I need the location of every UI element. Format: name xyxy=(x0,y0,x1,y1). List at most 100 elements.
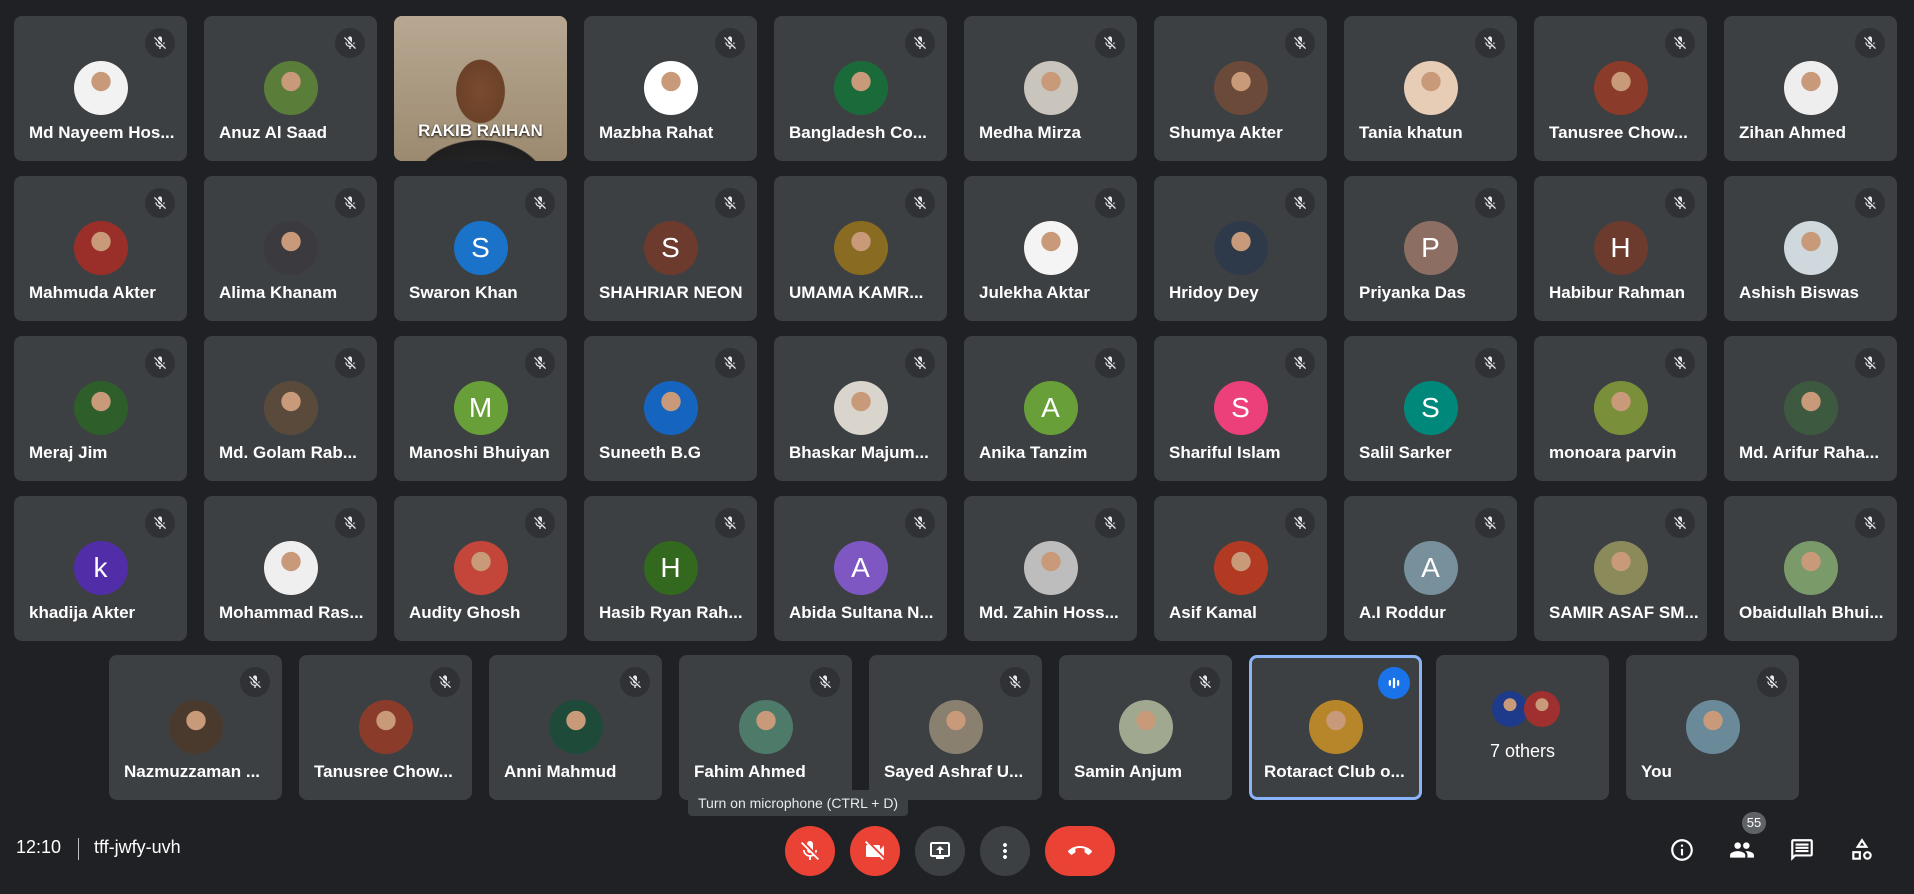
participant-tile[interactable]: Mazbha Rahat xyxy=(584,16,757,161)
mic-off-icon xyxy=(525,188,555,218)
mic-off-icon xyxy=(335,348,365,378)
participant-tile[interactable]: H Hasib Ryan Rah... xyxy=(584,496,757,641)
participant-tile[interactable]: Ashish Biswas xyxy=(1724,176,1897,321)
camera-off-icon xyxy=(865,841,884,860)
participant-tile[interactable]: monoara parvin xyxy=(1534,336,1707,481)
participant-tile[interactable]: Shumya Akter xyxy=(1154,16,1327,161)
mic-off-icon xyxy=(620,667,650,697)
participant-tile[interactable]: Anuz Al Saad xyxy=(204,16,377,161)
participant-tile[interactable]: Bhaskar Majum... xyxy=(774,336,947,481)
avatar xyxy=(263,61,318,115)
participant-name: khadija Akter xyxy=(29,603,136,622)
present-screen-button[interactable] xyxy=(915,826,965,876)
mic-off-icon xyxy=(335,188,365,218)
participant-tile[interactable]: Zihan Ahmed xyxy=(1724,16,1897,161)
mic-off-icon xyxy=(905,508,935,538)
participant-tile[interactable]: Bangladesh Co... xyxy=(774,16,947,161)
avatar xyxy=(263,221,318,275)
more-options-button[interactable] xyxy=(980,826,1030,876)
activities-button[interactable] xyxy=(1844,832,1880,868)
mic-off-icon xyxy=(715,508,745,538)
participant-tile[interactable]: Mahmuda Akter xyxy=(14,176,187,321)
participant-name: Tanusree Chow... xyxy=(1549,123,1688,142)
avatar: H xyxy=(1593,221,1648,275)
camera-toggle-button[interactable] xyxy=(850,826,900,876)
participant-tile[interactable]: Nazmuzzaman ... xyxy=(109,655,282,800)
participant-name: SHAHRIAR NEON xyxy=(599,283,743,302)
participant-tile[interactable]: Anni Mahmud xyxy=(489,655,662,800)
participant-tile[interactable]: A A.I Roddur xyxy=(1344,496,1517,641)
others-tile[interactable]: 7 others xyxy=(1436,655,1609,800)
participant-tile[interactable]: Obaidullah Bhui... xyxy=(1724,496,1897,641)
mic-off-icon xyxy=(430,667,460,697)
participant-tile[interactable]: Audity Ghosh xyxy=(394,496,567,641)
participant-tile[interactable]: Alima Khanam xyxy=(204,176,377,321)
participant-tile[interactable]: S SHAHRIAR NEON xyxy=(584,176,757,321)
bottom-control-bar: 12:10 tff-jwfy-uvh 55 xyxy=(0,812,1914,894)
participant-tile[interactable]: Tanusree Chow... xyxy=(1534,16,1707,161)
avatar xyxy=(738,700,793,754)
participant-tile[interactable]: k khadija Akter xyxy=(14,496,187,641)
participant-name: Md Nayeem Hos... xyxy=(29,123,175,142)
participant-tile[interactable]: Asif Kamal xyxy=(1154,496,1327,641)
participant-tile[interactable]: S Swaron Khan xyxy=(394,176,567,321)
participant-tile[interactable]: Md. Golam Rab... xyxy=(204,336,377,481)
participant-name: Mohammad Ras... xyxy=(219,603,364,622)
shapes-icon xyxy=(1852,838,1872,860)
participant-tile[interactable]: P Priyanka Das xyxy=(1344,176,1517,321)
participant-name: Hridoy Dey xyxy=(1169,283,1259,302)
mic-off-icon xyxy=(905,348,935,378)
self-tile[interactable]: You xyxy=(1626,655,1799,800)
participant-tile[interactable]: H Habibur Rahman xyxy=(1534,176,1707,321)
people-button[interactable] xyxy=(1724,832,1760,868)
avatar: S xyxy=(643,221,698,275)
participant-tile[interactable]: Julekha Aktar xyxy=(964,176,1137,321)
participant-name: Suneeth B.G xyxy=(599,443,702,462)
mic-off-icon xyxy=(335,508,365,538)
leave-call-button[interactable] xyxy=(1045,826,1115,876)
participant-tile[interactable]: A Anika Tanzim xyxy=(964,336,1137,481)
mic-off-icon xyxy=(145,188,175,218)
participant-tile[interactable]: Tanusree Chow... xyxy=(299,655,472,800)
participant-name: Salil Sarker xyxy=(1359,443,1452,462)
mic-toggle-button[interactable] xyxy=(785,826,835,876)
participant-tile[interactable]: S Salil Sarker xyxy=(1344,336,1517,481)
participant-tile[interactable]: Mohammad Ras... xyxy=(204,496,377,641)
chat-button[interactable] xyxy=(1784,832,1820,868)
mic-off-icon xyxy=(1855,348,1885,378)
avatar xyxy=(73,381,128,435)
participant-tile[interactable]: Fahim Ahmed xyxy=(679,655,852,800)
participant-tile[interactable]: Sayed Ashraf U... xyxy=(869,655,1042,800)
mic-off-icon xyxy=(1190,667,1220,697)
participant-tile[interactable]: Tania khatun xyxy=(1344,16,1517,161)
mic-off-icon xyxy=(1285,188,1315,218)
participant-tile[interactable]: SAMIR ASAF SM... xyxy=(1534,496,1707,641)
participant-tile[interactable]: Rotaract Club o... xyxy=(1249,655,1422,800)
avatar xyxy=(1308,700,1363,754)
avatar xyxy=(1593,381,1648,435)
participant-tile[interactable]: Md. Arifur Raha... xyxy=(1724,336,1897,481)
participant-tile[interactable]: Meraj Jim xyxy=(14,336,187,481)
participant-tile[interactable]: Samin Anjum xyxy=(1059,655,1232,800)
participant-tile[interactable]: Md. Zahin Hoss... xyxy=(964,496,1137,641)
participant-tile[interactable]: Suneeth B.G xyxy=(584,336,757,481)
participant-name: Bhaskar Majum... xyxy=(789,443,929,462)
participant-tile[interactable]: Md Nayeem Hos... xyxy=(14,16,187,161)
participant-tile[interactable]: RAKIB RAIHAN xyxy=(394,16,567,161)
participant-name: Meraj Jim xyxy=(29,443,108,462)
participant-tile[interactable]: A Abida Sultana N... xyxy=(774,496,947,641)
participant-name: Samin Anjum xyxy=(1074,762,1182,781)
participant-tile[interactable]: M Manoshi Bhuiyan xyxy=(394,336,567,481)
mic-off-icon xyxy=(801,841,819,860)
avatar xyxy=(1783,541,1838,595)
participant-tile[interactable]: Medha Mirza xyxy=(964,16,1137,161)
avatar xyxy=(263,541,318,595)
participant-name: Shumya Akter xyxy=(1169,123,1283,142)
meeting-details-button[interactable] xyxy=(1664,832,1700,868)
avatar xyxy=(73,61,128,115)
participant-tile[interactable]: Hridoy Dey xyxy=(1154,176,1327,321)
participant-tile[interactable]: S Shariful Islam xyxy=(1154,336,1327,481)
mic-off-icon xyxy=(1285,348,1315,378)
participant-tile[interactable]: UMAMA KAMR... xyxy=(774,176,947,321)
participant-name: Anuz Al Saad xyxy=(219,123,327,142)
